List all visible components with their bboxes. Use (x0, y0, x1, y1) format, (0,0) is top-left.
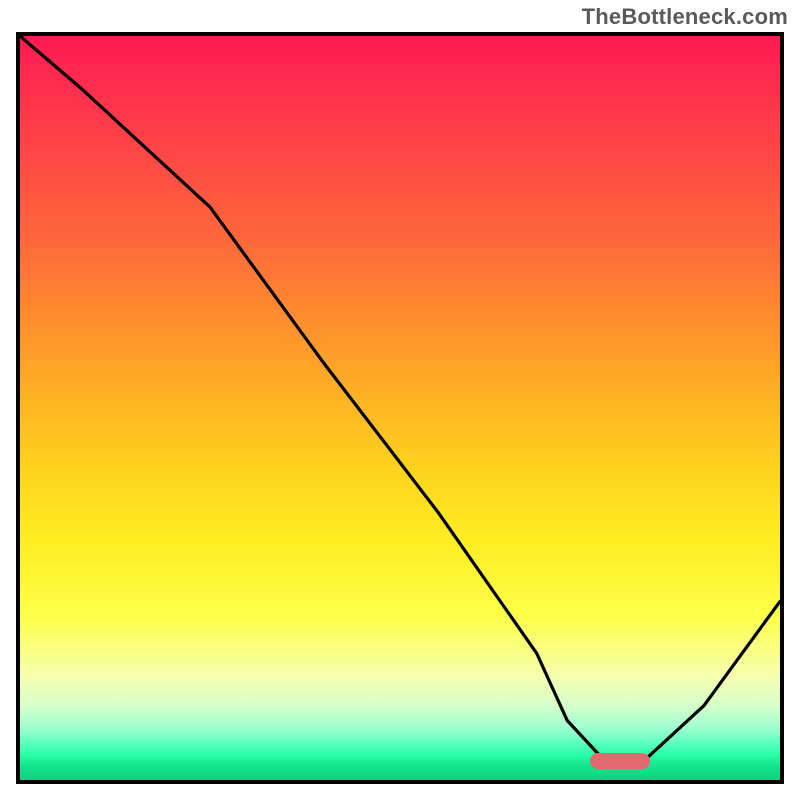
optimal-marker (590, 753, 650, 769)
bottleneck-curve (20, 36, 780, 780)
curve-path (20, 36, 780, 761)
chart-container: TheBottleneck.com (0, 0, 800, 800)
plot-frame (16, 32, 784, 784)
watermark-text: TheBottleneck.com (582, 4, 788, 30)
